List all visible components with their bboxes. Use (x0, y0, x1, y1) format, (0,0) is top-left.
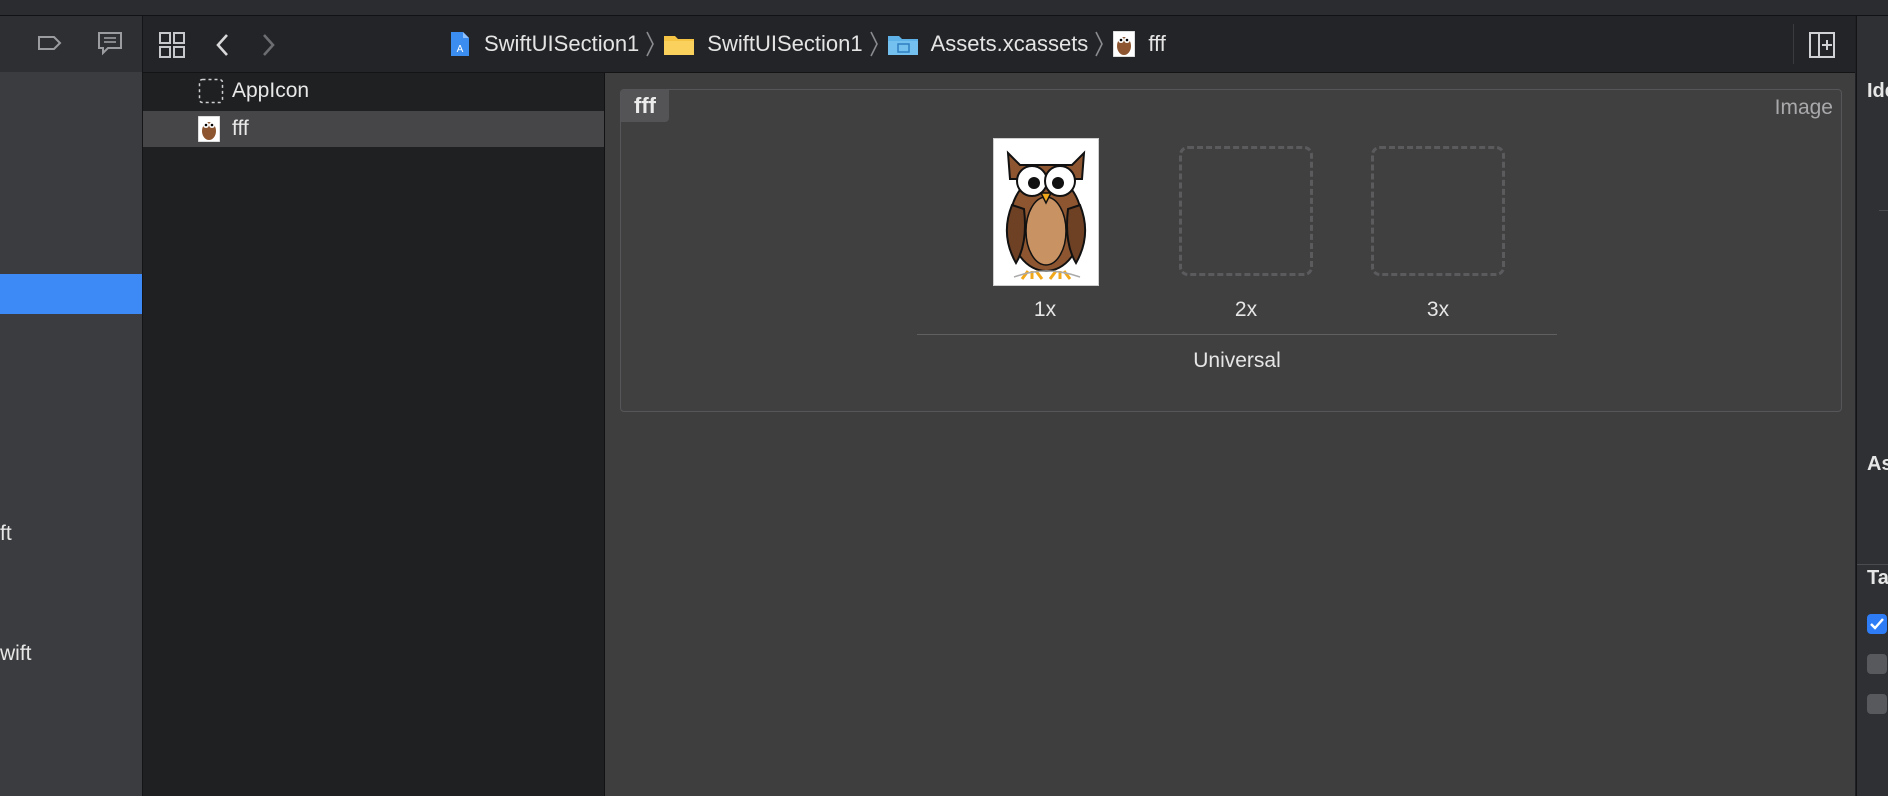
image-well-1x[interactable] (993, 138, 1099, 286)
attributes-inspector: Ide As Ta (1856, 16, 1888, 796)
appicon-placeholder-icon (198, 78, 224, 104)
owl-thumbnail-icon (1112, 31, 1136, 57)
breadcrumb-image-set[interactable]: fff (1112, 31, 1166, 57)
split-editor-icon[interactable] (1807, 30, 1837, 60)
breadcrumb-group[interactable]: SwiftUISection1 (663, 31, 863, 57)
chevron-right-icon (869, 31, 879, 57)
inspector-section-header: As (1867, 453, 1888, 475)
breadcrumb-label: Assets.xcassets (930, 31, 1089, 56)
folder-icon (663, 31, 695, 57)
asset-catalog-outline: AppIcon fff (143, 73, 605, 796)
chevron-right-icon (1094, 31, 1104, 57)
grid-icon[interactable] (157, 30, 187, 60)
navigator-toolbar (0, 16, 142, 72)
toolbar-divider (1793, 24, 1794, 64)
idiom-divider (917, 334, 1557, 335)
asset-item-fff[interactable]: fff (143, 111, 604, 147)
breadcrumb-label: fff (1148, 31, 1166, 56)
owl-image (994, 139, 1098, 285)
comment-icon[interactable] (96, 30, 122, 56)
image-well-3x[interactable] (1371, 146, 1505, 276)
breadcrumb-asset-catalog[interactable]: Assets.xcassets (887, 31, 1089, 57)
inspector-section-header: Ide (1867, 80, 1888, 102)
asset-catalog-icon (887, 31, 919, 57)
checkmark-icon (1870, 618, 1884, 630)
navigator-item-fragment[interactable]: ft (0, 522, 12, 546)
navigator-item-fragment[interactable]: wift (0, 642, 32, 666)
list-icon[interactable] (0, 30, 20, 56)
inspector-divider (1857, 564, 1888, 565)
asset-editor-canvas: fff Image 1x 2x 3x Universal (605, 73, 1855, 796)
project-icon: A (448, 31, 472, 57)
owl-thumbnail-icon (197, 115, 224, 143)
svg-text:A: A (457, 44, 464, 55)
chevron-right-icon[interactable] (253, 30, 283, 60)
scale-label-3x: 3x (1426, 298, 1450, 321)
inspector-divider (1879, 210, 1888, 211)
asset-item-label: AppIcon (232, 79, 310, 102)
breadcrumb: A SwiftUISection1 SwiftUISection1 Assets… (448, 16, 1166, 72)
breadcrumb-label: SwiftUISection1 (484, 31, 640, 56)
tag-icon[interactable] (36, 30, 62, 56)
image-set-type: Image (1774, 96, 1833, 119)
window-top-strip (0, 0, 1888, 16)
image-set-name: fff (621, 90, 669, 122)
image-well-2x[interactable] (1179, 146, 1313, 276)
scale-label-1x: 1x (1033, 298, 1057, 321)
chevron-right-icon (645, 31, 655, 57)
breadcrumb-project[interactable]: A SwiftUISection1 (448, 31, 639, 57)
checkbox-unchecked[interactable] (1867, 654, 1887, 674)
project-navigator: ft wift (0, 16, 143, 796)
asset-item-appicon[interactable]: AppIcon (143, 73, 604, 109)
scale-label-2x: 2x (1234, 298, 1258, 321)
inspector-section-header: Ta (1867, 567, 1888, 589)
asset-item-label: fff (232, 117, 249, 140)
breadcrumb-label: SwiftUISection1 (707, 31, 863, 56)
image-set-box[interactable]: fff Image 1x 2x 3x Universal (620, 89, 1842, 412)
editor-jump-bar: A SwiftUISection1 SwiftUISection1 Assets… (143, 16, 1855, 73)
chevron-left-icon[interactable] (208, 30, 238, 60)
idiom-label: Universal (1193, 349, 1281, 372)
navigator-selected-row[interactable] (0, 274, 142, 314)
checkbox-unchecked[interactable] (1867, 694, 1887, 714)
checkbox-checked[interactable] (1867, 614, 1887, 634)
